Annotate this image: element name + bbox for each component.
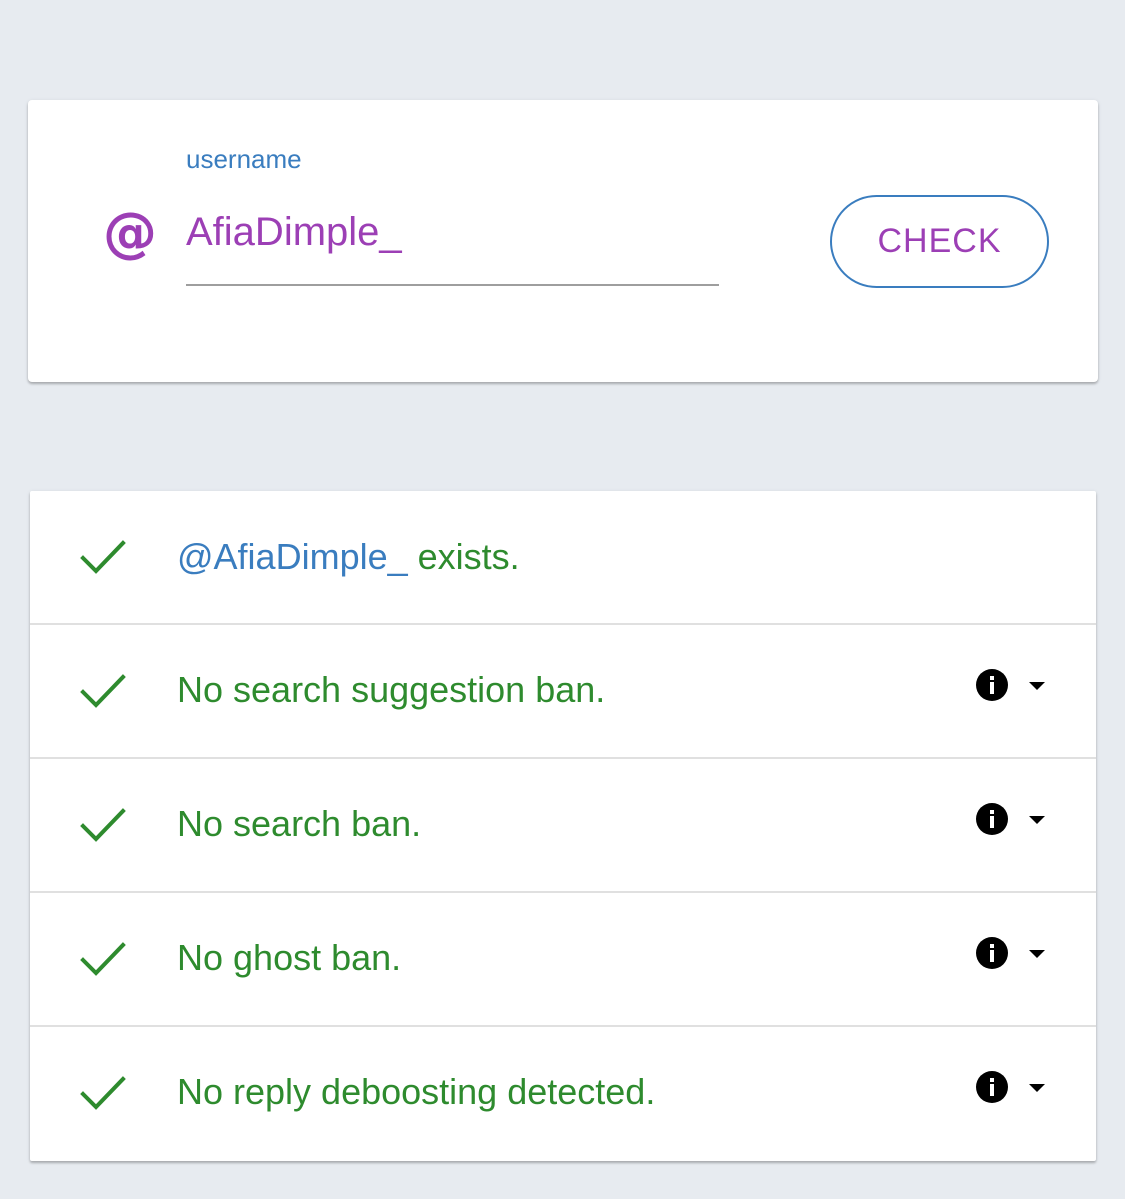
check-icon: [80, 942, 126, 976]
at-sign-icon: @: [103, 201, 157, 264]
exists-suffix: exists.: [417, 536, 520, 577]
username-field-label: username: [186, 144, 302, 174]
info-icon[interactable]: [975, 936, 1009, 970]
check-button[interactable]: CHECK: [830, 195, 1049, 288]
caret-down-icon[interactable]: [1026, 1081, 1048, 1095]
info-icon[interactable]: [975, 1070, 1009, 1104]
check-icon: [80, 540, 126, 574]
result-row-search-ban: No search ban.: [30, 757, 1096, 891]
result-label: No reply deboosting detected.: [177, 1071, 656, 1112]
caret-down-icon[interactable]: [1026, 947, 1048, 961]
result-label: No ghost ban.: [177, 937, 402, 978]
result-label: No search suggestion ban.: [177, 669, 606, 710]
results-card: @AfiaDimple_ exists. No search suggestio…: [30, 491, 1096, 1161]
result-row-exists: @AfiaDimple_ exists.: [30, 491, 1096, 625]
username-input[interactable]: [186, 200, 719, 264]
check-icon: [80, 808, 126, 842]
username-input-underline: [186, 284, 719, 286]
check-icon: [80, 1076, 126, 1110]
info-icon[interactable]: [975, 668, 1009, 702]
caret-down-icon[interactable]: [1026, 679, 1048, 693]
result-row-reply-deboosting: No reply deboosting detected.: [30, 1025, 1096, 1159]
result-label: No search ban.: [177, 803, 422, 844]
username-handle-link[interactable]: @AfiaDimple_: [177, 536, 408, 577]
result-exists-text: @AfiaDimple_ exists.: [177, 535, 520, 579]
result-row-ghost-ban: No ghost ban.: [30, 891, 1096, 1025]
result-row-search-suggestion-ban: No search suggestion ban.: [30, 623, 1096, 757]
info-icon[interactable]: [975, 802, 1009, 836]
check-icon: [80, 674, 126, 708]
caret-down-icon[interactable]: [1026, 813, 1048, 827]
